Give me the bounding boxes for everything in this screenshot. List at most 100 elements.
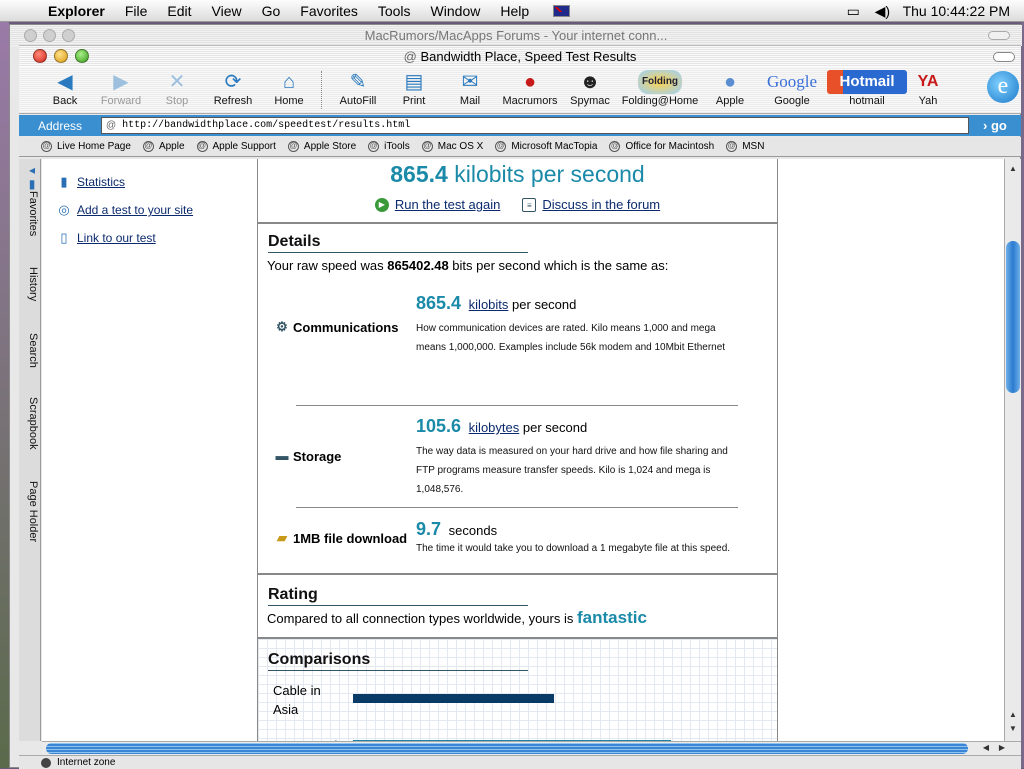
scroll-left-arrow-icon[interactable]: ◀ [980, 742, 992, 754]
favorite-itools[interactable]: @ iTools [368, 141, 410, 152]
hotmail-button[interactable]: Hotmail hotmail [826, 67, 908, 107]
at-icon: @ [287, 141, 299, 152]
zoom-button[interactable] [75, 49, 89, 63]
menu-clock[interactable]: Thu 10:44:22 PM [903, 3, 1010, 19]
favorite-apple[interactable]: @ Apple [142, 141, 185, 152]
folder-icon: ▰ [277, 530, 287, 545]
menu-tools[interactable]: Tools [378, 3, 411, 19]
spymac-icon: ☻ [579, 71, 601, 93]
home-icon: ⌂ [282, 71, 296, 93]
address-url[interactable]: http://bandwidthplace.com/speedtest/resu… [122, 120, 410, 131]
menu-file[interactable]: File [125, 3, 148, 19]
mail-button[interactable]: ✉ Mail [442, 67, 498, 107]
favorite-msn[interactable]: @ MSN [726, 141, 764, 152]
window-titlebar[interactable]: @ Bandwidth Place, Speed Test Results [19, 45, 1021, 67]
storage-value: 105.6 kilobytes per second [416, 416, 588, 436]
bar-chart-icon: ▮ [60, 174, 68, 189]
favorite-apple-store[interactable]: @ Apple Store [287, 141, 356, 152]
sidebar-link-add-test[interactable]: ◎ Add a test to your site [56, 202, 193, 218]
autofill-button[interactable]: ✎ AutoFill [330, 67, 386, 107]
at-icon: @ [196, 141, 208, 152]
page-sidebar: ▮ Statistics ◎ Add a test to your site ▯ Li… [42, 159, 257, 741]
yahoo-button[interactable]: YA Yah [908, 67, 948, 107]
at-icon: @ [495, 141, 507, 152]
forum-note-icon: ≡ [522, 197, 537, 212]
scroll-up-arrow-icon[interactable]: ▲ [1007, 709, 1019, 721]
display-icon[interactable]: ▭ [847, 4, 865, 18]
favorite-office-for-macintosh[interactable]: @ Office for Macintosh [609, 141, 714, 152]
menu-app-name[interactable]: Explorer [48, 3, 105, 19]
sidebar-link-statistics[interactable]: ▮ Statistics [56, 174, 125, 190]
tab-search[interactable]: Search [21, 333, 39, 368]
at-icon: @ [142, 141, 154, 152]
go-button[interactable]: › go [983, 118, 1007, 133]
discuss-forum-link[interactable]: ≡ Discuss in the forum [522, 197, 660, 212]
folding-button[interactable]: Folding Folding@Home [618, 67, 702, 107]
refresh-button[interactable]: ⟳ Refresh [205, 67, 261, 107]
toolbar-toggle-button[interactable] [993, 52, 1015, 62]
spymac-button[interactable]: ☻ Spymac [562, 67, 618, 107]
favorites-bar: @ Live Home Page @ Apple @ Apple Support @ A… [19, 137, 1021, 157]
explorer-bar-collapse-icon[interactable]: ◂▮ [21, 163, 39, 191]
tab-scrapbook[interactable]: Scrapbook [21, 397, 39, 450]
volume-icon[interactable]: ◀) [875, 4, 893, 18]
address-input[interactable]: @ http://bandwidthplace.com/speedtest/re… [101, 117, 969, 134]
forward-arrow-icon: ▶ [113, 71, 129, 93]
run-test-again-link[interactable]: ▶ Run the test again [374, 197, 500, 212]
apple-menu-icon[interactable] [18, 2, 36, 20]
storage-description: The way data is measured on your hard dr… [416, 446, 728, 495]
scroll-down-arrow-icon[interactable]: ▼ [1007, 723, 1019, 735]
google-button[interactable]: Google Google [758, 67, 826, 107]
page-at-icon: @ [106, 120, 117, 131]
print-button[interactable]: ▤ Print [386, 67, 442, 107]
favorite-apple-support[interactable]: @ Apple Support [196, 141, 276, 152]
vertical-scrollbar[interactable]: ▲ ▲ ▼ [1004, 159, 1021, 741]
close-button[interactable] [33, 49, 47, 63]
scroll-right-arrow-icon[interactable]: ▶ [996, 742, 1008, 754]
favorite-live-home-page[interactable]: @ Live Home Page [41, 141, 131, 152]
minimize-button[interactable] [54, 49, 68, 63]
menu-go[interactable]: Go [262, 3, 281, 19]
favorite-mac-os-x[interactable]: @ Mac OS X [421, 141, 483, 152]
row-divider [296, 405, 738, 406]
divider [258, 573, 777, 575]
menu-view[interactable]: View [212, 3, 242, 19]
stop-button[interactable]: ✕ Stop [149, 67, 205, 107]
address-label: Address [37, 118, 83, 133]
tab-history[interactable]: History [21, 267, 39, 301]
communications-label: ⚙ Communications [274, 319, 398, 335]
back-button[interactable]: ◀ Back [37, 67, 93, 107]
storage-label: ▬ Storage [275, 448, 342, 464]
row-divider [296, 507, 738, 508]
menu-window[interactable]: Window [431, 3, 481, 19]
speed-headline: 865.4 kilobits per second [390, 161, 645, 187]
file-download-description: The time it would take you to download a… [416, 543, 731, 554]
home-button[interactable]: ⌂ Home [261, 67, 317, 107]
menu-bar: Explorer File Edit View Go Favorites Too… [0, 0, 1024, 22]
globe-icon: ◎ [58, 202, 70, 217]
favorite-microsoft-mactopia[interactable]: @ Microsoft MacTopia [495, 141, 597, 152]
macrumors-button[interactable]: ● Macrumors [498, 67, 562, 107]
toolbar: ◀ Back ▶ Forward ✕ Stop ⟳ Refresh ⌂ Home ✎ Aut… [19, 67, 1021, 114]
menu-help[interactable]: Help [500, 3, 529, 19]
keyboard-flag-icon[interactable] [553, 4, 571, 17]
horizontal-scrollbar[interactable]: ◀ ▶ [42, 741, 1021, 755]
vertical-scroll-thumb[interactable] [1006, 241, 1020, 393]
menu-favorites[interactable]: Favorites [300, 3, 358, 19]
apple-button[interactable]: ● Apple [702, 67, 758, 107]
tab-page-holder[interactable]: Page Holder [21, 481, 39, 542]
explorer-logo-icon[interactable]: e [987, 71, 1019, 103]
forward-button[interactable]: ▶ Forward [93, 67, 149, 107]
rating-heading: Rating [268, 586, 528, 606]
hard-drive-icon: ▬ [275, 448, 289, 463]
sidebar-link-link-test[interactable]: ▯ Link to our test [56, 230, 155, 246]
autofill-pen-icon: ✎ [349, 71, 367, 93]
file-download-value: 9.7 seconds [416, 519, 498, 539]
tab-favorites[interactable]: Favorites [21, 191, 39, 236]
menu-edit[interactable]: Edit [167, 3, 191, 19]
at-icon: @ [726, 141, 738, 152]
back-arrow-icon: ◀ [57, 71, 73, 93]
scroll-up-top-icon[interactable]: ▲ [1007, 163, 1019, 175]
horizontal-scroll-thumb[interactable] [46, 743, 968, 754]
address-bar: Address @ http://bandwidthplace.com/spee… [19, 115, 1021, 136]
